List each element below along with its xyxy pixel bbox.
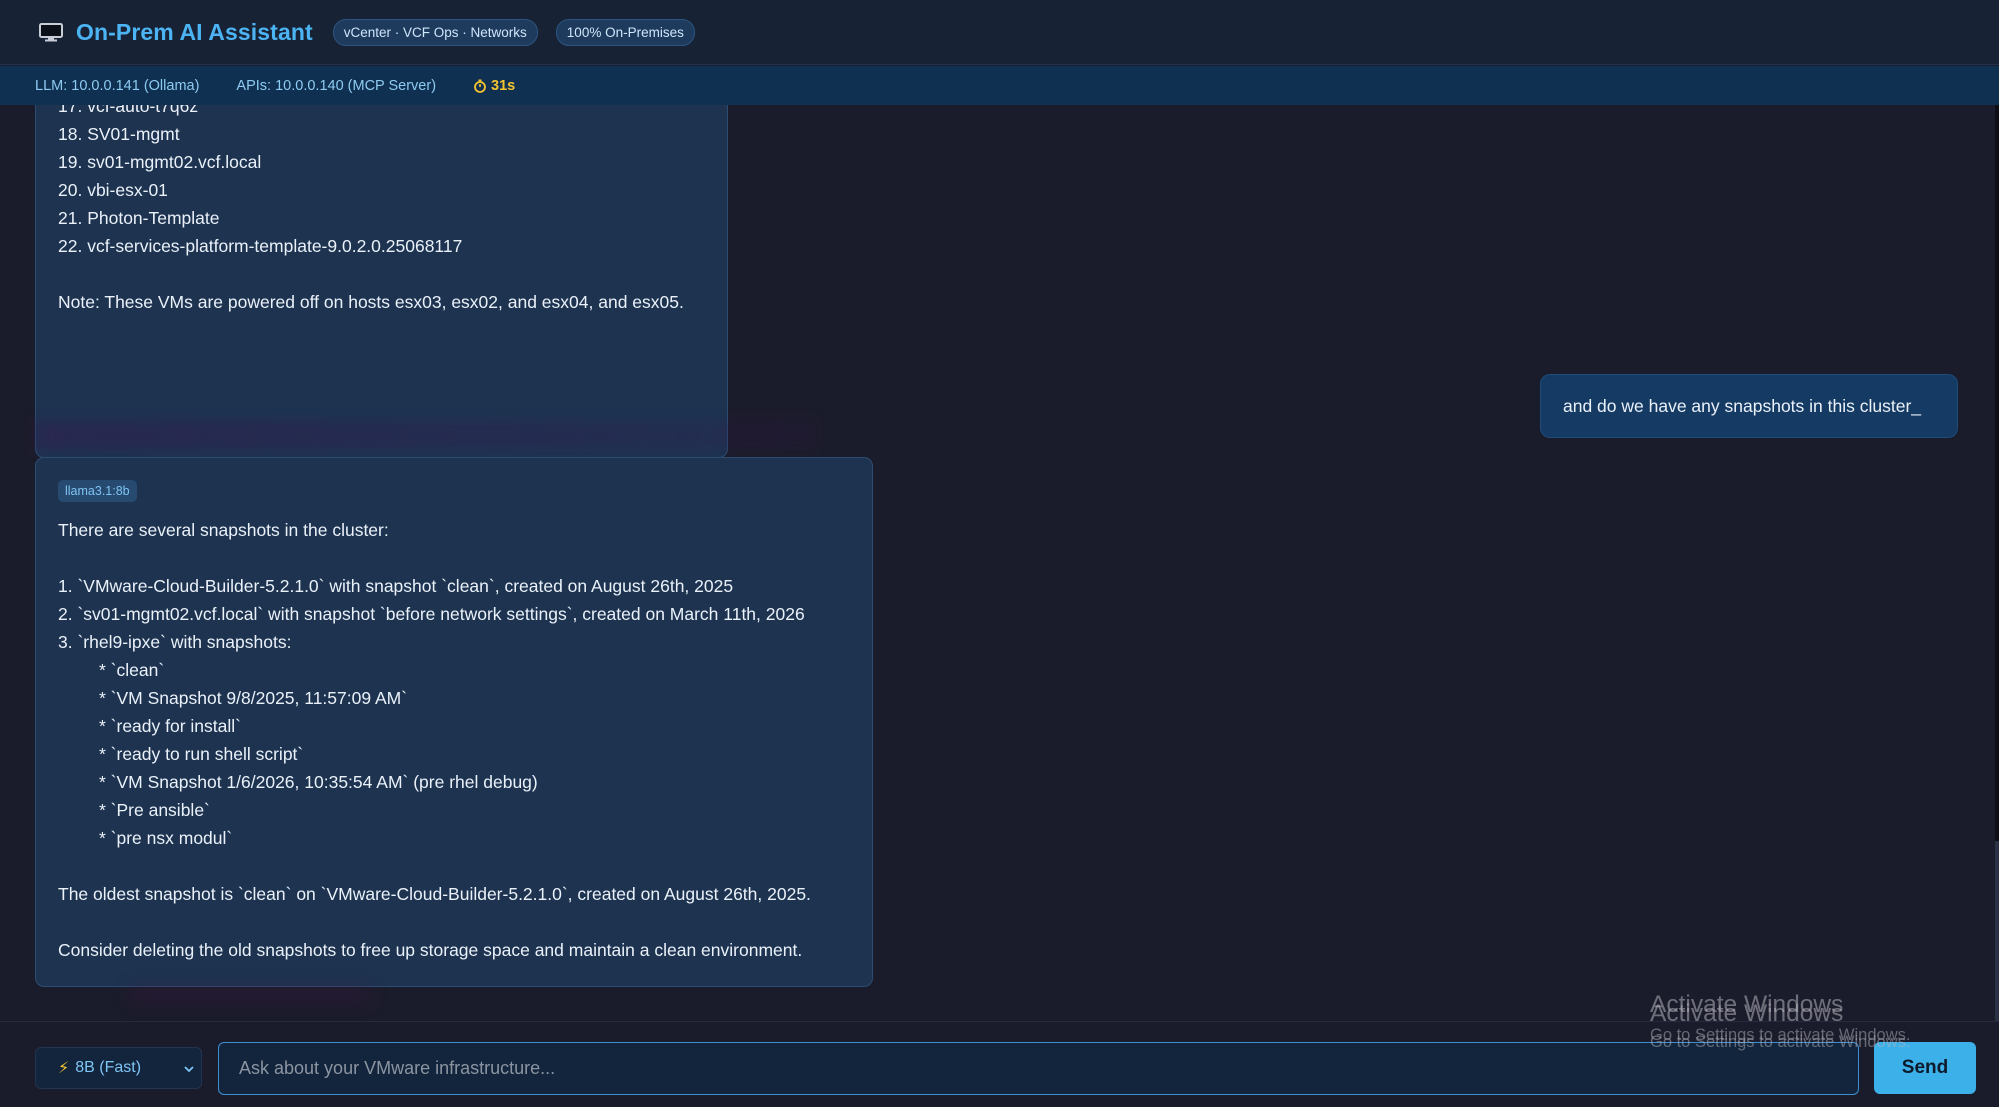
activation-watermark-title-echo: Activate Windows: [1650, 1000, 1844, 1027]
message-line: [58, 544, 811, 572]
message-line: * `ready for install`: [99, 716, 241, 736]
message-line: 20. vbi-esx-01: [58, 180, 168, 200]
message-divider-glow: [35, 420, 815, 450]
chat-scrollbar[interactable]: [1995, 105, 1999, 1021]
message-line: 2. `sv01-mgmt02.vcf.local` with snapshot…: [58, 604, 805, 624]
message-text: 17. vcf-auto-t7q6z 18. SV01-mgmt 19. sv01-…: [58, 105, 684, 316]
chevron-down-icon: [183, 1062, 195, 1074]
response-timer: 31s: [473, 78, 515, 94]
message-text: There are several snapshots in the clust…: [58, 516, 811, 964]
message-line: 18. SV01-mgmt: [58, 124, 180, 144]
scope-pill: vCenter · VCF Ops · Networks: [332, 18, 538, 46]
message-line: 21. Photon-Template: [58, 208, 220, 228]
message-line: 17. vcf-auto-t7q6z: [58, 105, 199, 116]
message-line: * `VM Snapshot 1/6/2026, 10:35:54 AM` (p…: [99, 772, 538, 792]
message-line: There are several snapshots in the clust…: [58, 520, 389, 540]
llm-endpoint: LLM: 10.0.0.141 (Ollama): [35, 77, 200, 94]
app-header: On-Prem AI Assistant vCenter · VCF Ops ·…: [0, 0, 1999, 65]
bottom-glow: [130, 985, 370, 1003]
model-select[interactable]: ⚡ 8B (Fast): [35, 1047, 202, 1089]
timer-value: 31s: [491, 77, 516, 94]
app-title: On-Prem AI Assistant: [76, 18, 313, 45]
user-message: and do we have any snapshots in this clu…: [1540, 374, 1958, 438]
assistant-message: llama3.1:8b There are several snapshots …: [35, 457, 873, 987]
message-line: 22. vcf-services-platform-template-9.0.2…: [58, 236, 463, 256]
message-line: Consider deleting the old snapshots to f…: [58, 940, 803, 960]
stopwatch-icon: [473, 79, 487, 93]
activation-watermark-subtitle-echo: Go to Settings to activate Windows.: [1650, 1033, 1911, 1051]
model-select-value: 8B (Fast): [75, 1059, 142, 1076]
message-line: [58, 852, 811, 880]
message-line: * `Pre ansible`: [99, 800, 210, 820]
message-line: [58, 260, 684, 288]
message-line: The oldest snapshot is `clean` on `VMwar…: [58, 884, 811, 904]
assistant-message: 17. vcf-auto-t7q6z 18. SV01-mgmt 19. sv01-…: [35, 105, 728, 458]
on-premises-pill: 100% On-Premises: [555, 18, 695, 46]
chat-area[interactable]: 17. vcf-auto-t7q6z 18. SV01-mgmt 19. sv01-…: [0, 105, 1999, 1021]
message-line: * `VM Snapshot 9/8/2025, 11:57:09 AM`: [99, 688, 408, 708]
monitor-icon: [38, 22, 64, 42]
message-line: 3. `rhel9-ipxe` with snapshots:: [58, 632, 292, 652]
model-badge: llama3.1:8b: [58, 480, 137, 502]
message-line: * `pre nsx modul`: [99, 828, 233, 848]
scrollbar-thumb[interactable]: [1995, 841, 1999, 1021]
message-line: 1. `VMware-Cloud-Builder-5.2.1.0` with s…: [58, 576, 734, 596]
status-bar: LLM: 10.0.0.141 (Ollama) APIs: 10.0.0.14…: [0, 66, 1999, 105]
message-line: [58, 908, 811, 936]
lightning-icon: ⚡: [58, 1060, 70, 1077]
message-line: * `clean`: [99, 660, 165, 680]
message-line: Note: These VMs are powered off on hosts…: [58, 292, 684, 312]
message-line: * `ready to run shell script`: [99, 744, 304, 764]
chat-input[interactable]: [218, 1042, 1859, 1095]
api-endpoint: APIs: 10.0.0.140 (MCP Server): [236, 77, 437, 94]
message-line: 19. sv01-mgmt02.vcf.local: [58, 152, 262, 172]
